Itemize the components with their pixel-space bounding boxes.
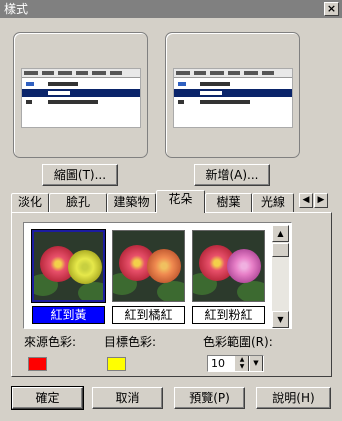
tab-flowers[interactable]: 花朵 — [156, 190, 205, 213]
style-caption-red-to-orange-red[interactable]: 紅到橘紅 — [112, 306, 185, 324]
flower-2 — [227, 249, 261, 283]
tab-fade[interactable]: 淡化 — [11, 193, 49, 212]
cancel-button[interactable]: 取消 — [92, 387, 163, 409]
style-caption-red-to-pink[interactable]: 紅到粉紅 — [192, 306, 265, 324]
flower-2 — [68, 250, 102, 284]
add-button[interactable]: 新增(A)... — [194, 164, 270, 186]
tab-faces[interactable]: 臉孔 — [49, 193, 107, 212]
style-caption-red-to-yellow[interactable]: 紅到黃 — [32, 306, 105, 324]
spin-down-icon[interactable]: ▼ — [235, 363, 249, 370]
ok-button[interactable]: 確定 — [11, 386, 84, 410]
color-range-value[interactable]: 10 — [211, 357, 225, 370]
before-preview — [13, 32, 148, 158]
source-color-label: 來源色彩: — [24, 335, 77, 349]
scroll-thumb[interactable] — [272, 243, 289, 257]
flower-2 — [147, 249, 181, 283]
tab-scroll-left-button[interactable]: ◀ — [299, 193, 313, 208]
before-preview-image — [21, 68, 141, 128]
tab-scroll-right-button[interactable]: ▶ — [314, 193, 328, 208]
tab-buildings[interactable]: 建築物 — [107, 193, 156, 212]
after-preview — [165, 32, 300, 158]
source-color-swatch[interactable] — [28, 357, 47, 371]
color-range-updown[interactable]: ▲ ▼ — [234, 356, 249, 371]
style-gallery: 紅到黃 紅到橘紅 紅到粉紅 — [23, 222, 292, 329]
scroll-down-button[interactable]: ▼ — [272, 311, 289, 328]
color-range-dropdown-button[interactable]: ▼ — [249, 356, 263, 371]
color-range-label: 色彩範圍(R): — [203, 335, 273, 349]
preview-button[interactable]: 預覽(P) — [174, 387, 245, 409]
target-color-swatch[interactable] — [107, 357, 126, 371]
style-thumbnail-red-to-orange-red[interactable] — [112, 230, 185, 302]
help-button[interactable]: 說明(H) — [256, 387, 331, 409]
color-range-spinner[interactable]: 10 ▲ ▼ ▼ — [207, 355, 264, 372]
target-color-label: 目標色彩: — [104, 335, 157, 349]
close-button[interactable]: × — [324, 2, 339, 16]
window-title: 樣式 — [4, 2, 29, 16]
title-bar: 樣式 × — [0, 0, 342, 18]
gallery-scrollbar[interactable]: ▲ ▼ — [272, 225, 289, 328]
tab-leaves[interactable]: 樹葉 — [205, 193, 252, 212]
spin-up-icon[interactable]: ▲ — [235, 356, 249, 363]
tab-light[interactable]: 光線 — [252, 193, 294, 212]
thumbnail-button[interactable]: 縮圖(T)... — [42, 164, 118, 186]
style-thumbnail-red-to-pink[interactable] — [192, 230, 265, 302]
after-preview-image — [173, 68, 293, 128]
scroll-up-button[interactable]: ▲ — [272, 225, 289, 242]
style-thumbnail-red-to-yellow[interactable] — [31, 229, 106, 303]
